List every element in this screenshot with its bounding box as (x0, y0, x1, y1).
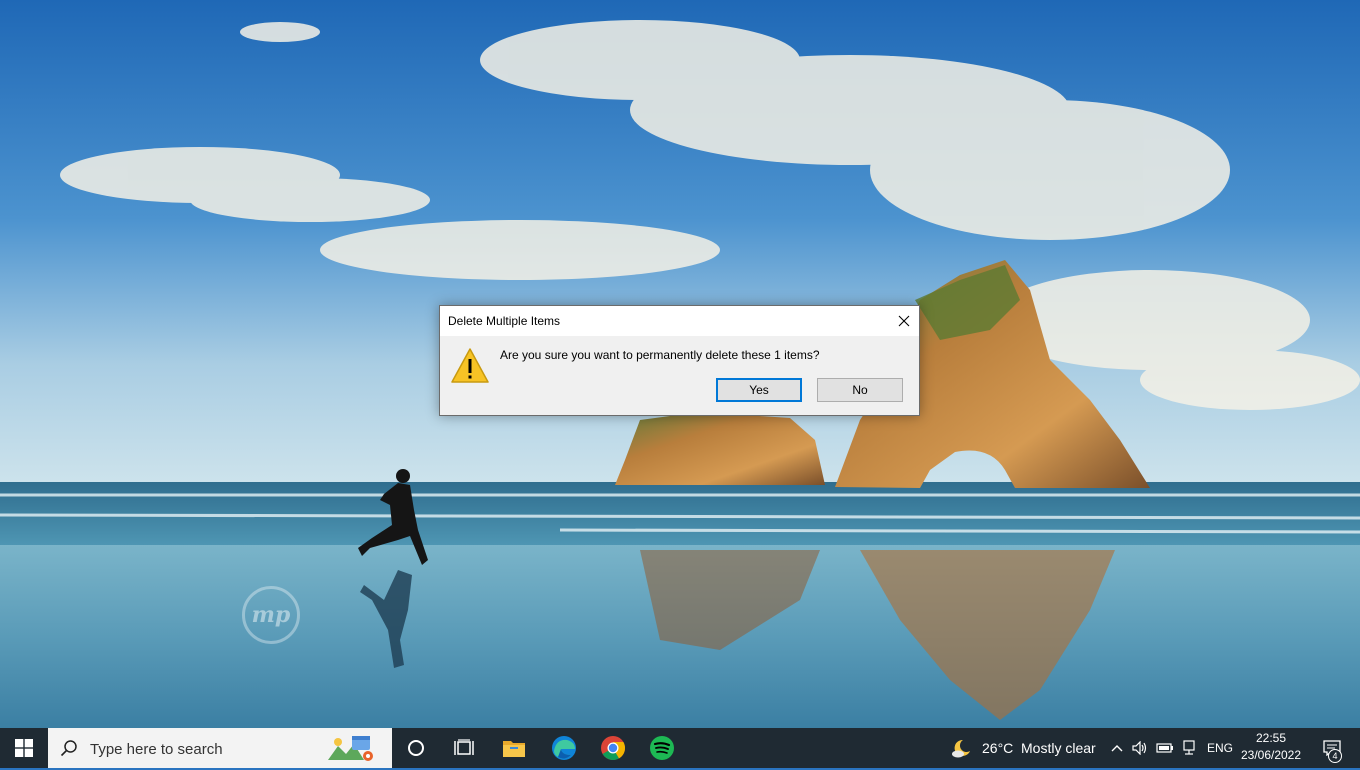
spotify-button[interactable] (642, 728, 682, 768)
yes-button[interactable]: Yes (716, 378, 802, 402)
task-view-button[interactable] (444, 728, 484, 768)
battery-button[interactable] (1155, 728, 1175, 768)
dialog-title: Delete Multiple Items (448, 314, 561, 328)
close-icon (898, 315, 910, 327)
dialog-titlebar: Delete Multiple Items (440, 306, 919, 336)
no-button[interactable]: No (817, 378, 903, 402)
watermark-logo: mp (242, 586, 300, 644)
weather-temperature[interactable]: 26°C (982, 728, 1013, 768)
chevron-up-icon (1111, 745, 1123, 752)
file-explorer-button[interactable] (494, 728, 534, 768)
close-button[interactable] (889, 306, 919, 336)
windows-logo-icon (15, 739, 33, 757)
battery-icon (1156, 743, 1173, 753)
network-button[interactable] (1179, 728, 1199, 768)
clock-time: 22:55 (1255, 731, 1287, 745)
search-icon (60, 740, 77, 757)
search-input[interactable] (88, 728, 322, 770)
taskbar: 26°C Mostly clear ENG 22:55 23/06/2022 (0, 728, 1360, 770)
edge-button[interactable] (544, 728, 584, 768)
taskbar-search-box[interactable] (48, 728, 392, 770)
weather-condition[interactable]: Mostly clear (1021, 728, 1096, 768)
spotify-icon (650, 736, 674, 760)
moon-cloud-icon (952, 739, 970, 758)
search-highlight-icon (328, 736, 373, 761)
clock-date: 23/06/2022 (1240, 748, 1302, 762)
chrome-button[interactable] (593, 728, 633, 768)
weather-widget[interactable] (948, 728, 976, 768)
task-view-icon (454, 739, 474, 755)
volume-button[interactable] (1130, 728, 1150, 768)
dialog-message: Are you sure you want to permanently del… (500, 348, 820, 362)
cortana-button[interactable] (396, 728, 436, 768)
input-language[interactable]: ENG (1207, 728, 1233, 768)
edge-icon (552, 736, 576, 760)
warning-icon (451, 348, 489, 383)
speaker-icon (1132, 741, 1147, 755)
start-button[interactable] (0, 728, 48, 768)
cortana-icon (408, 740, 424, 756)
delete-confirmation-dialog: Delete Multiple Items Are you sure you w… (439, 305, 920, 416)
notification-count-badge: 4 (1328, 749, 1342, 763)
network-icon (1183, 740, 1195, 755)
show-hidden-icons-button[interactable] (1108, 728, 1126, 768)
clock[interactable]: 22:55 23/06/2022 (1236, 730, 1306, 766)
chrome-icon (601, 736, 626, 761)
folder-icon (503, 741, 525, 757)
